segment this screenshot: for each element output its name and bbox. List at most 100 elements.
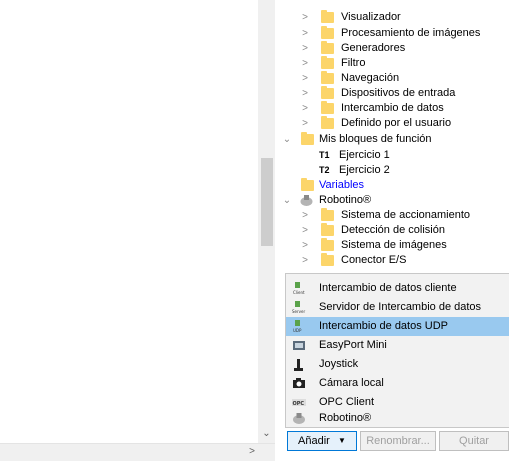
svg-text:OPC: OPC bbox=[293, 401, 305, 407]
svg-text:Server: Server bbox=[292, 309, 305, 314]
tree-item-dispositivos[interactable]: > Dispositivos de entrada bbox=[276, 86, 509, 101]
add-dropdown-menu: Client Intercambio de datos cliente Serv… bbox=[285, 273, 509, 428]
tree-item-label: Mis bloques de función bbox=[319, 133, 432, 145]
scroll-down-arrow-icon[interactable]: ⌄ bbox=[258, 427, 275, 441]
tree-item-label: Visualizador bbox=[341, 11, 401, 23]
remove-button[interactable]: Quitar bbox=[439, 431, 509, 451]
tree-item-label: Definido por el usuario bbox=[341, 117, 452, 129]
scroll-right-arrow-icon[interactable]: > bbox=[245, 444, 259, 460]
folder-icon bbox=[321, 10, 334, 23]
tree-item-navegacion[interactable]: > Navegación bbox=[276, 71, 509, 86]
add-button[interactable]: Añadir ▼ bbox=[287, 431, 357, 451]
folder-icon bbox=[321, 116, 334, 129]
chevron-right-icon[interactable]: > bbox=[300, 86, 310, 101]
menu-item-label: Intercambio de datos UDP bbox=[319, 320, 449, 332]
function-block-icon: T2 bbox=[319, 165, 330, 175]
menu-item-label: EasyPort Mini bbox=[319, 339, 387, 351]
chevron-down-icon[interactable]: ⌄ bbox=[282, 193, 292, 208]
tree-item-label: Navegación bbox=[341, 72, 400, 84]
chevron-right-icon[interactable]: > bbox=[300, 208, 310, 223]
menu-item-label: Joystick bbox=[319, 358, 359, 370]
function-block-icon: T1 bbox=[319, 150, 330, 160]
tree-item-label: Robotino® bbox=[319, 194, 372, 206]
chevron-right-icon[interactable]: > bbox=[300, 116, 310, 131]
folder-icon bbox=[321, 41, 334, 54]
folder-icon bbox=[321, 101, 334, 114]
menu-item-camera[interactable]: Cámara local bbox=[286, 374, 509, 393]
folder-icon bbox=[321, 26, 334, 39]
tree-item-robotino[interactable]: ⌄ Robotino® bbox=[276, 193, 509, 208]
svg-text:Client: Client bbox=[293, 290, 305, 295]
tree-item-ejercicio-2[interactable]: T2 Ejercicio 2 bbox=[276, 163, 509, 178]
menu-item-joystick[interactable]: Joystick bbox=[286, 355, 509, 374]
tree-item-label: Conector E/S bbox=[341, 254, 407, 266]
menu-item-label: Cámara local bbox=[319, 377, 384, 389]
chevron-right-icon[interactable]: > bbox=[300, 56, 310, 71]
chevron-right-icon[interactable]: > bbox=[300, 223, 310, 238]
menu-item-server[interactable]: Server Servidor de Intercambio de datos bbox=[286, 298, 509, 317]
chevron-right-icon[interactable]: > bbox=[300, 10, 310, 25]
add-button-label: Añadir bbox=[298, 435, 330, 447]
tree-item-label: Filtro bbox=[341, 57, 366, 69]
tree-item-variables[interactable]: Variables bbox=[276, 178, 509, 193]
menu-item-robotino[interactable]: Robotino® bbox=[286, 409, 509, 428]
chevron-down-icon[interactable]: ⌄ bbox=[282, 132, 292, 147]
svg-text:UDP: UDP bbox=[293, 328, 302, 333]
tree-item-intercambio[interactable]: > Intercambio de datos bbox=[276, 101, 509, 116]
tree-item-label: Ejercicio 1 bbox=[339, 149, 390, 161]
tree-item-procesamiento[interactable]: > Procesamiento de imágenes bbox=[276, 26, 509, 41]
chevron-right-icon[interactable]: > bbox=[300, 71, 310, 86]
menu-item-label: Robotino® bbox=[319, 412, 372, 424]
folder-icon bbox=[321, 56, 334, 69]
menu-item-label: Servidor de Intercambio de datos bbox=[319, 301, 482, 313]
function-block-tree: > Visualizador > Procesamiento de imágen… bbox=[276, 0, 509, 275]
client-icon: Client bbox=[292, 282, 306, 295]
folder-icon bbox=[321, 253, 334, 266]
tree-item-mis-bloques[interactable]: ⌄ Mis bloques de función bbox=[276, 132, 509, 147]
tree-item-label: Sistema de imágenes bbox=[341, 239, 447, 251]
tree-item-ejercicio-1[interactable]: T1 Ejercicio 1 bbox=[276, 148, 509, 163]
folder-icon bbox=[321, 86, 334, 99]
tree-item-visualizador[interactable]: > Visualizador bbox=[276, 10, 509, 25]
folder-icon bbox=[321, 223, 334, 236]
rename-button[interactable]: Renombrar... bbox=[360, 431, 436, 451]
camera-icon bbox=[292, 377, 306, 390]
folder-icon bbox=[321, 208, 334, 221]
folder-icon bbox=[301, 132, 314, 145]
scrollbar-thumb[interactable] bbox=[261, 158, 273, 246]
tree-item-label: Variables bbox=[319, 179, 365, 191]
opc-icon: OPC bbox=[292, 396, 306, 409]
tree-item-conector[interactable]: > Conector E/S bbox=[276, 253, 509, 268]
tree-item-filtro[interactable]: > Filtro bbox=[276, 56, 509, 71]
tree-item-label: Ejercicio 2 bbox=[339, 164, 390, 176]
tree-item-label: Intercambio de datos bbox=[341, 102, 444, 114]
menu-item-easyport[interactable]: EasyPort Mini bbox=[286, 336, 509, 355]
horizontal-scrollbar[interactable] bbox=[0, 443, 275, 461]
menu-item-client[interactable]: Client Intercambio de datos cliente bbox=[286, 279, 509, 298]
tree-item-label: Sistema de accionamiento bbox=[341, 209, 471, 221]
tree-item-label: Detección de colisión bbox=[341, 224, 445, 236]
tree-item-accionamiento[interactable]: > Sistema de accionamiento bbox=[276, 208, 509, 223]
tree-item-colision[interactable]: > Detección de colisión bbox=[276, 223, 509, 238]
joystick-icon bbox=[292, 358, 306, 371]
chevron-right-icon[interactable]: > bbox=[300, 253, 310, 268]
tree-item-imagenes[interactable]: > Sistema de imágenes bbox=[276, 238, 509, 253]
folder-icon bbox=[321, 71, 334, 84]
folder-icon bbox=[301, 178, 314, 191]
robotino-icon bbox=[300, 194, 313, 207]
folder-icon bbox=[321, 238, 334, 251]
udp-icon: UDP bbox=[292, 320, 306, 333]
chevron-right-icon[interactable]: > bbox=[300, 238, 310, 253]
tree-item-generadores[interactable]: > Generadores bbox=[276, 41, 509, 56]
server-icon: Server bbox=[292, 301, 306, 314]
tree-item-label: Dispositivos de entrada bbox=[341, 87, 456, 99]
chevron-right-icon[interactable]: > bbox=[300, 26, 310, 41]
robotino-icon bbox=[292, 412, 306, 425]
chevron-right-icon[interactable]: > bbox=[300, 101, 310, 116]
tree-item-definido[interactable]: > Definido por el usuario bbox=[276, 116, 509, 131]
menu-item-udp[interactable]: UDP Intercambio de datos UDP bbox=[286, 317, 509, 336]
tree-item-label: Generadores bbox=[341, 42, 406, 54]
dropdown-arrow-icon: ▼ bbox=[338, 436, 346, 445]
menu-item-label: Intercambio de datos cliente bbox=[319, 282, 457, 294]
chevron-right-icon[interactable]: > bbox=[300, 41, 310, 56]
